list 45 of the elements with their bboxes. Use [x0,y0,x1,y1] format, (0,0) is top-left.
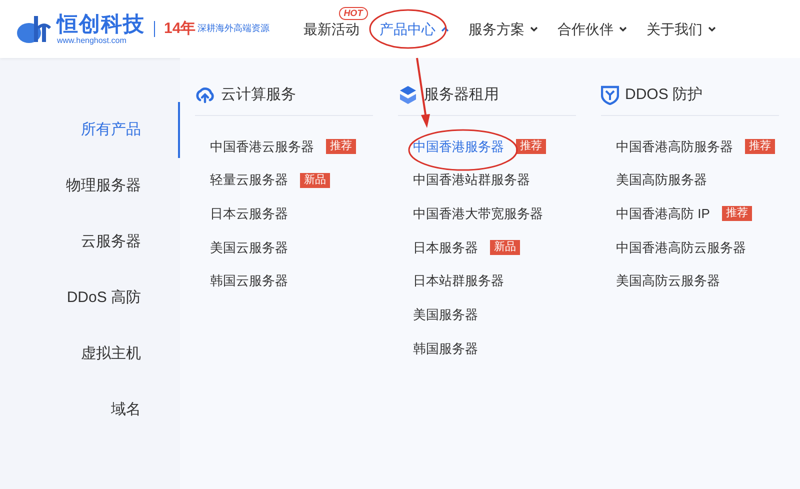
nav-link[interactable]: 关于我们 [646,20,716,38]
nav-link[interactable]: 服务方案 [468,20,538,38]
menu-link[interactable]: 轻量云服务器 [210,170,288,190]
menu-link[interactable]: 美国服务器 [413,305,478,325]
menu-link[interactable]: 中国香港服务器 [413,136,504,156]
sidebar-item[interactable]: 云服务器 [0,214,180,270]
sidebar-item[interactable]: 虚拟主机 [0,326,180,382]
sidebar-item[interactable]: DDoS 高防 [0,270,180,326]
menu-link[interactable]: 中国香港站群服务器 [413,170,530,190]
menu-link[interactable]: 美国云服务器 [210,238,288,258]
years-text: 14年 [164,18,196,39]
tag-badge: 新品 [490,240,520,255]
shield-icon [601,85,619,106]
nav-link[interactable]: 产品中心 [380,20,449,38]
menu-link[interactable]: 日本站群服务器 [413,271,504,291]
sidebar-item[interactable]: 物理服务器 [0,158,180,214]
slogan-text: 深耕海外高端资源 [198,22,270,36]
cloud-upload-icon [195,85,215,106]
tag-badge: 新品 [300,172,330,188]
menu-link[interactable]: 中国香港大带宽服务器 [413,204,543,224]
logo-icon [16,14,54,44]
logo-url: www.henghost.com [57,36,128,44]
column-title: 服务器租用 [424,85,499,105]
menu-link[interactable]: 美国高防云服务器 [616,271,720,291]
menu-link[interactable]: 中国香港高防服务器 [616,136,733,156]
sidebar-item[interactable]: 域名 [0,382,180,438]
column-title: DDOS 防护 [625,85,703,105]
menu-link[interactable]: 日本云服务器 [210,204,288,224]
menu-link[interactable]: 中国香港高防 IP [616,204,710,224]
menu-link[interactable]: 美国高防服务器 [616,170,707,190]
menu-link[interactable]: 韩国服务器 [413,338,478,358]
hot-badge: HOT [338,7,368,20]
logo-name: 恒创科技 [57,14,145,34]
menu-link[interactable]: 中国香港云服务器 [210,136,314,156]
nav-link[interactable]: 合作伙伴 [558,20,627,38]
tag-badge: 推荐 [745,138,775,154]
menu-link[interactable]: 韩国云服务器 [210,271,288,291]
tag-badge: 推荐 [722,206,752,222]
column-title: 云计算服务 [221,85,296,105]
menu-link[interactable]: 日本服务器 [413,238,478,258]
menu-link[interactable]: 中国香港高防云服务器 [616,238,746,258]
nav-link[interactable]: 最新活动 [304,20,360,38]
tag-badge: 推荐 [516,138,546,154]
tag-badge: 推荐 [326,138,356,154]
server-icon [398,85,418,106]
